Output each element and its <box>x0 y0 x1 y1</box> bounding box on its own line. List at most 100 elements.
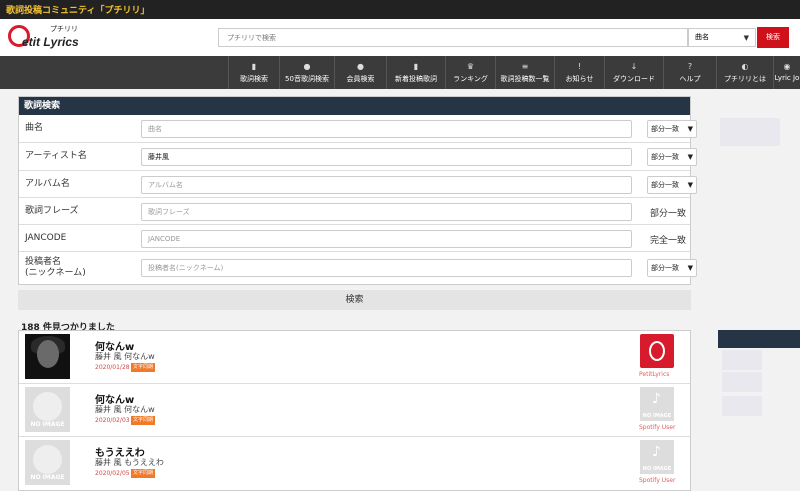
chevron-down-icon: ▼ <box>687 125 693 133</box>
chevron-down-icon: ▼ <box>687 264 693 272</box>
search-row-label: 投稿者名 (ニックネーム) <box>25 257 86 278</box>
site-logo[interactable]: プチリリ etit Lyrics <box>8 23 79 53</box>
lyrics-search-submit-button[interactable]: 検索 <box>18 290 691 310</box>
search-row-input[interactable]: 藤井風 <box>141 148 632 166</box>
search-row: アルバム名 アルバム名 部分一致 ▼ <box>19 171 697 198</box>
chevron-down-icon: ▼ <box>743 34 749 42</box>
search-row: 歌詞フレーズ 歌詞フレーズ 部分一致 <box>19 198 690 225</box>
nav-item-label: 50音歌詞検索 <box>285 75 329 83</box>
result-thumbnail[interactable]: NO IMAGE <box>25 440 70 485</box>
nav-item-label: 歌詞検索 <box>240 75 268 83</box>
search-row-match-value: 部分一致 <box>651 264 679 272</box>
spotify-user-no-image-icon[interactable]: ♪ NO IMAGE <box>640 440 674 474</box>
search-row: アーティスト名 藤井風 部分一致 ▼ <box>19 143 697 171</box>
no-image-label: NO IMAGE <box>30 474 65 481</box>
result-date: 2020/02/05 <box>95 470 130 477</box>
search-row: 投稿者名 (ニックネーム) 投稿者名(ニックネーム) 部分一致 ▼ <box>19 252 697 284</box>
result-source-label[interactable]: Spotify User <box>639 424 675 431</box>
result-thumbnail[interactable]: NO IMAGE <box>25 387 70 432</box>
top-bar: 歌詞投稿コミュニティ「プチリリ」 <box>0 0 800 19</box>
nav-item-label: ランキング <box>453 75 488 83</box>
result-date: 2020/01/28 <box>95 364 130 371</box>
search-row-label: 曲名 <box>25 123 44 133</box>
search-row-label: アルバム名 <box>25 179 70 189</box>
search-row-match-select[interactable]: 部分一致 ▼ <box>647 120 697 138</box>
no-image-label: NO IMAGE <box>30 421 65 428</box>
nav-item-label: 会員検索 <box>346 75 375 83</box>
lyric-jockey-icon: ◉ <box>783 62 791 71</box>
logo-text: etit Lyrics <box>22 35 79 49</box>
nav-item-label: プチリリとは <box>724 75 766 83</box>
sidebar-item[interactable] <box>722 372 762 392</box>
nav-item-0[interactable]: ▮ 歌詞検索 <box>228 56 279 89</box>
search-row-input[interactable]: 歌詞フレーズ <box>141 203 632 221</box>
result-item[interactable]: NO IMAGE もうええわ 藤井 風 もうええわ 2020/02/05 文字同期 ♪ NO… <box>19 437 690 490</box>
result-date: 2020/02/03 <box>95 417 130 424</box>
logo-kana: プチリリ <box>50 25 78 33</box>
result-item[interactable]: NO IMAGE 何なんw 藤井 風 何なんw 2020/02/03 文字同期 ♪ NO I… <box>19 384 690 437</box>
nav-item-2[interactable]: ● 会員検索 <box>334 56 386 89</box>
search-row-match-label: 部分一致 <box>650 209 687 219</box>
result-thumbnail[interactable] <box>25 334 70 379</box>
nav-item-label: ダウンロード <box>613 75 655 83</box>
nav-item-6[interactable]: ! お知らせ <box>554 56 604 89</box>
new-posts-icon: ▮ <box>413 62 419 71</box>
search-row-input[interactable]: 曲名 <box>141 120 632 138</box>
search-row-match-value: 部分一致 <box>651 153 679 161</box>
about-icon: ◐ <box>741 62 749 71</box>
result-subtitle[interactable]: 藤井 風 何なんw <box>95 404 155 415</box>
site-tagline: 歌詞投稿コミュニティ「プチリリ」 <box>6 6 150 16</box>
nav-item-4[interactable]: ♛ ランキング <box>445 56 495 89</box>
member-search-icon: ● <box>357 62 364 71</box>
info-icon: ! <box>577 62 582 71</box>
result-item[interactable]: 何なんw 藤井 風 何なんw 2020/01/28 文字同期 PetitLyrics <box>19 331 690 384</box>
panel-title: 歌詞検索 <box>19 97 690 115</box>
nav-item-7[interactable]: ↓ ダウンロード <box>604 56 663 89</box>
result-source-label[interactable]: PetitLyrics <box>639 371 669 378</box>
main-nav: ▮ 歌詞検索 ● 50音歌詞検索 ● 会員検索 ▮ 新着投稿歌詞 ♛ ランキング ≡ 歌詞投稿数一覧!… <box>0 56 800 89</box>
site-search-button[interactable]: 検索 <box>757 27 789 48</box>
lyrics-search-panel: 歌詞検索 曲名 曲名 部分一致 ▼ アーティスト名 藤井風 部分一致 ▼ アルバム名 アルバム名部… <box>18 96 697 285</box>
site-search-type-value: 曲名 <box>695 33 709 41</box>
search-row: 曲名 曲名 部分一致 ▼ <box>19 115 697 143</box>
chevron-down-icon: ▼ <box>687 153 693 161</box>
result-subtitle[interactable]: 藤井 風 もうええわ <box>95 457 164 468</box>
result-badge: 文字同期 <box>131 469 156 478</box>
nav-item-5[interactable]: ≡ 歌詞投稿数一覧 <box>495 56 554 89</box>
site-search-type-select[interactable]: 曲名 ▼ <box>688 28 756 47</box>
site-search-input[interactable]: プチリリで検索 <box>218 28 688 47</box>
nav-item-3[interactable]: ▮ 新着投稿歌詞 <box>386 56 445 89</box>
search-row-match-value: 部分一致 <box>651 181 679 189</box>
search-row-input[interactable]: JANCODE <box>141 230 632 248</box>
download-icon: ↓ <box>630 62 638 71</box>
search-row-match-select[interactable]: 部分一致 ▼ <box>647 176 697 194</box>
search-row-match-select[interactable]: 部分一致 ▼ <box>647 148 697 166</box>
search-row-label: JANCODE <box>25 233 67 243</box>
nav-item-8[interactable]: ? ヘルプ <box>663 56 716 89</box>
kana-search-icon: ● <box>303 62 311 71</box>
results-list: 何なんw 藤井 風 何なんw 2020/01/28 文字同期 PetitLyrics NO… <box>18 330 691 491</box>
search-row-input[interactable]: アルバム名 <box>141 176 632 194</box>
result-badge: 文字同期 <box>131 363 156 372</box>
disc-icon <box>33 445 62 474</box>
nav-item-10[interactable]: ◉ Lyric Jo <box>773 56 800 89</box>
chevron-down-icon: ▼ <box>687 181 693 189</box>
search-row-match-value: 部分一致 <box>651 125 679 133</box>
result-source-label[interactable]: Spotify User <box>639 477 675 484</box>
result-subtitle[interactable]: 藤井 風 何なんw <box>95 351 155 362</box>
spotify-user-no-image-icon[interactable]: ♪ NO IMAGE <box>640 387 674 421</box>
nav-item-9[interactable]: ◐ プチリリとは <box>716 56 773 89</box>
nav-item-label: Lyric Jo <box>774 74 800 82</box>
sidebar-item[interactable] <box>722 350 762 370</box>
nav-item-label: 新着投稿歌詞 <box>395 75 437 83</box>
list-icon: ≡ <box>521 62 529 71</box>
search-row-input[interactable]: 投稿者名(ニックネーム) <box>141 259 632 277</box>
petit-lyrics-logo-icon[interactable] <box>640 334 674 368</box>
crown-icon: ♛ <box>466 62 475 71</box>
nav-item-1[interactable]: ● 50音歌詞検索 <box>279 56 334 89</box>
sidebar-item[interactable] <box>722 396 762 416</box>
search-row-match-select[interactable]: 部分一致 ▼ <box>647 259 697 277</box>
help-icon: ? <box>687 62 693 71</box>
nav-item-label: お知らせ <box>565 75 594 83</box>
lyrics-search-icon: ▮ <box>251 62 257 71</box>
